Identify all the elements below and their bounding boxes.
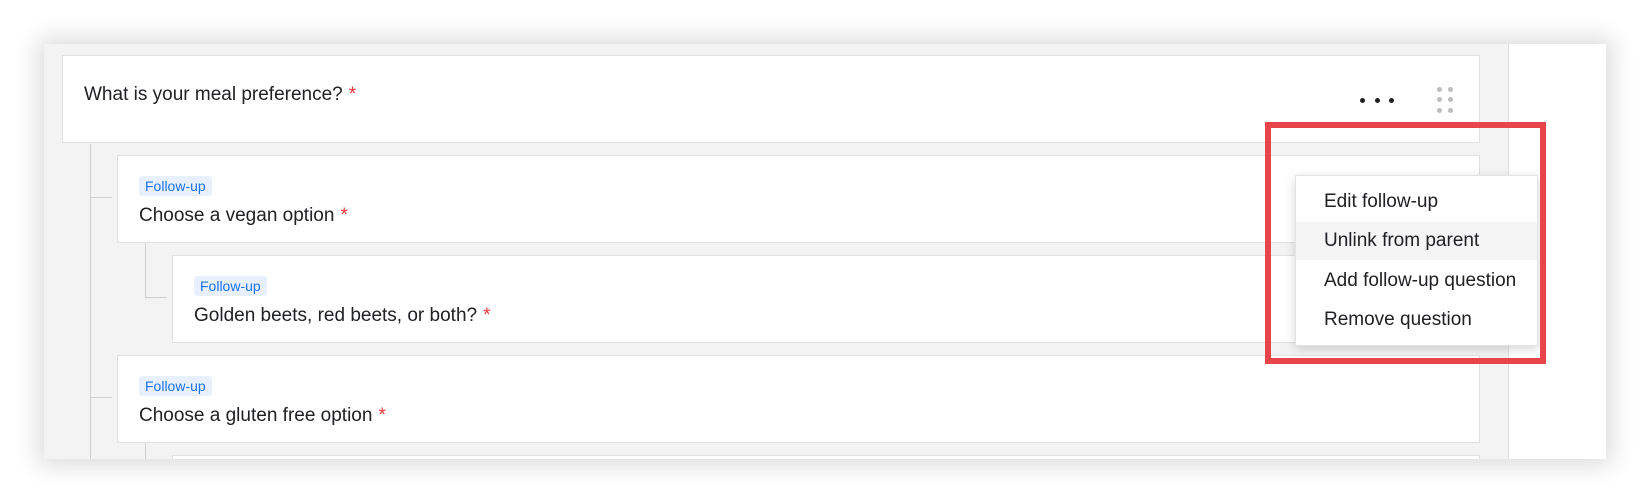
- menu-item-unlink-from-parent[interactable]: Unlink from parent: [1296, 222, 1537, 260]
- tree-line-vertical-level1: [90, 144, 91, 459]
- follow-up-badge: Follow-up: [139, 176, 212, 196]
- question-text: Choose a vegan option: [139, 205, 335, 226]
- question-title: What is your meal preference? *: [84, 84, 356, 106]
- more-options-icon[interactable]: [1360, 95, 1394, 105]
- required-asterisk: *: [483, 305, 491, 326]
- question-card-nested-partial[interactable]: [172, 455, 1480, 459]
- menu-item-edit-follow-up[interactable]: Edit follow-up: [1296, 183, 1537, 221]
- follow-up-badge: Follow-up: [139, 376, 212, 396]
- question-title: Golden beets, red beets, or both? *: [194, 305, 491, 327]
- follow-up-badge: Follow-up: [194, 276, 267, 296]
- drag-handle-icon[interactable]: [1437, 87, 1453, 113]
- required-asterisk: *: [378, 405, 386, 426]
- question-card-vegan[interactable]: Follow-up Choose a vegan option *: [117, 155, 1480, 243]
- tree-line-vertical-level2: [145, 241, 146, 297]
- question-card-main[interactable]: What is your meal preference? *: [62, 55, 1480, 143]
- question-text: Choose a gluten free option: [139, 405, 373, 426]
- question-card-beets[interactable]: Follow-up Golden beets, red beets, or bo…: [172, 255, 1480, 343]
- question-title: Choose a gluten free option *: [139, 405, 386, 427]
- question-title: Choose a vegan option *: [139, 205, 348, 227]
- tree-line-vertical-level2b: [145, 441, 146, 459]
- menu-item-remove-question[interactable]: Remove question: [1296, 301, 1537, 339]
- menu-item-add-follow-up-question[interactable]: Add follow-up question: [1296, 262, 1537, 300]
- required-asterisk: *: [348, 84, 357, 105]
- tree-line-branch-vegan: [90, 197, 112, 198]
- required-asterisk: *: [340, 205, 348, 226]
- question-text: What is your meal preference?: [84, 84, 343, 105]
- tree-line-branch-beets: [145, 297, 167, 298]
- question-card-gluten[interactable]: Follow-up Choose a gluten free option *: [117, 355, 1480, 443]
- question-text: Golden beets, red beets, or both?: [194, 305, 478, 326]
- question-context-menu: Edit follow-up Unlink from parent Add fo…: [1295, 175, 1538, 346]
- tree-line-branch-gluten: [90, 397, 112, 398]
